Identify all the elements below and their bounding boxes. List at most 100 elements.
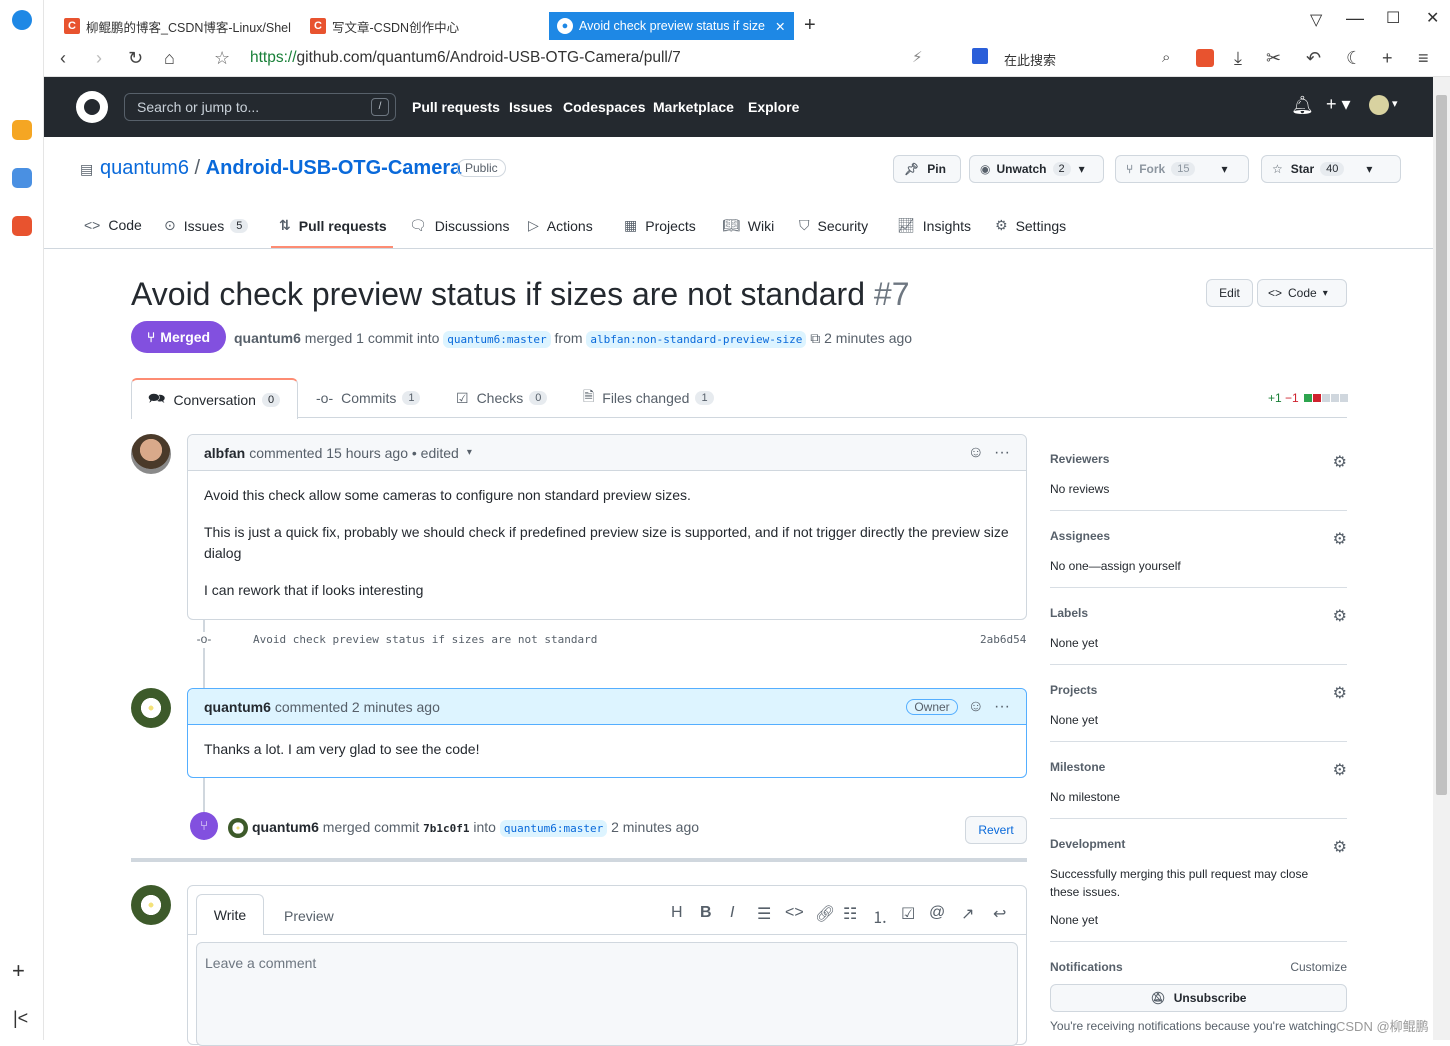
avatar[interactable] [131, 688, 171, 728]
comment-author-link[interactable]: albfan [204, 445, 245, 461]
code-icon[interactable]: <> [785, 904, 804, 922]
tab-menu-icon[interactable]: ▽ [1310, 10, 1322, 30]
add-icon[interactable]: + [1382, 48, 1393, 68]
add-icon[interactable]: + [12, 958, 25, 984]
revert-button[interactable]: Revert [965, 816, 1027, 844]
sidebar-value[interactable]: No one—assign yourself [1050, 557, 1347, 575]
pr-author-link[interactable]: quantum6 [234, 330, 301, 346]
nav-pull-requests[interactable]: Pull requests [412, 99, 500, 115]
favorites-icon[interactable] [12, 120, 32, 140]
notifications-bell-icon[interactable]: 🔔︎ [1291, 95, 1314, 116]
home-icon[interactable]: ⌂ [164, 48, 175, 68]
cross-reference-icon[interactable]: ↗ [961, 904, 974, 924]
night-mode-icon[interactable]: ☾ [1346, 48, 1362, 68]
bookmark-star-icon[interactable]: ☆ [214, 48, 230, 68]
tab-actions[interactable]: ▷ Actions [528, 217, 593, 234]
comment-author-link[interactable]: quantum6 [204, 699, 271, 715]
tab-discussions[interactable]: 🗨︎ Discussions [409, 217, 509, 234]
gear-icon[interactable]: ⚙ [1333, 837, 1347, 857]
head-branch[interactable]: albfan:non-standard-preview-size [586, 331, 807, 348]
task-list-icon[interactable]: ☑ [901, 904, 915, 924]
forward-icon[interactable]: › [96, 48, 102, 68]
create-new-icon[interactable]: + ▾ [1326, 94, 1351, 115]
tab-issues[interactable]: ⊙ Issues 5 [164, 217, 249, 234]
repo-name-link[interactable]: Android-USB-OTG-Camera [206, 157, 462, 179]
tab-insights[interactable]: 📈︎ Insights [897, 217, 971, 234]
nav-explore[interactable]: Explore [748, 99, 799, 115]
close-window-icon[interactable]: ✕ [1426, 8, 1439, 28]
tab-commits[interactable]: -o- Commits 1 [300, 378, 436, 418]
collapse-icon[interactable]: |< [13, 1008, 28, 1029]
scrollbar-thumb[interactable] [1436, 95, 1447, 795]
repo-owner-link[interactable]: quantum6 [100, 157, 189, 179]
chevron-down-icon[interactable]: ▾ [1392, 97, 1398, 110]
unsubscribe-button[interactable]: 🔕︎ Unsubscribe [1050, 984, 1347, 1012]
gear-icon[interactable]: ⚙ [1333, 683, 1347, 703]
customize-link[interactable]: Customize [1290, 960, 1347, 974]
copy-icon[interactable]: ⧉ [810, 330, 820, 346]
back-icon[interactable]: ‹ [60, 48, 66, 68]
mention-icon[interactable]: @ [929, 904, 945, 922]
reload-icon[interactable]: ↻ [128, 48, 143, 68]
browser-tab-active[interactable]: ● Avoid check preview status if size ✕ [549, 12, 794, 40]
maximize-icon[interactable]: ☐ [1386, 8, 1400, 28]
github-logo-icon[interactable] [76, 91, 108, 123]
reply-icon[interactable]: ↩ [993, 904, 1006, 924]
close-icon[interactable]: ✕ [775, 19, 785, 34]
bullet-list-icon[interactable]: ☷ [843, 904, 857, 924]
base-branch[interactable]: quantum6:master [443, 331, 551, 348]
star-button[interactable]: ☆ Star 40 ▾ [1261, 155, 1401, 183]
history-icon[interactable] [12, 168, 32, 188]
minimize-icon[interactable]: — [1346, 8, 1364, 29]
italic-icon[interactable]: I [730, 904, 734, 922]
menu-icon[interactable]: ≡ [1418, 48, 1429, 68]
heading-icon[interactable]: H [671, 904, 683, 922]
comment-textarea[interactable]: Leave a comment [196, 942, 1018, 1046]
avatar[interactable] [228, 818, 248, 838]
tab-wiki[interactable]: 📖︎ Wiki [722, 217, 774, 234]
tab-projects[interactable]: ▦ Projects [624, 217, 696, 234]
numbered-list-icon[interactable]: ⒈ [872, 904, 888, 928]
browser-search-input[interactable]: 在此搜索 [1004, 50, 1056, 69]
browser-logo-icon[interactable] [12, 10, 32, 30]
link-icon[interactable]: 🔗︎ [815, 904, 835, 924]
scissors-icon[interactable]: ✂ [1266, 48, 1281, 68]
search-icon[interactable]: ⌕ [1162, 48, 1170, 68]
tab-preview[interactable]: Preview [284, 908, 334, 924]
edit-button[interactable]: Edit [1206, 279, 1253, 307]
app-icon[interactable] [12, 216, 32, 236]
quote-icon[interactable]: ☰ [757, 904, 771, 924]
gear-icon[interactable]: ⚙ [1333, 606, 1347, 626]
avatar[interactable] [131, 434, 171, 474]
translate-icon[interactable] [1196, 49, 1214, 67]
bold-icon[interactable]: B [700, 904, 712, 922]
unwatch-button[interactable]: ◉ Unwatch 2 ▾ [969, 155, 1104, 183]
tab-pull-requests[interactable]: ⇅ Pull requests [279, 217, 387, 234]
kebab-menu-icon[interactable]: ··· [994, 444, 1010, 462]
undo-icon[interactable]: ↶ [1306, 48, 1321, 68]
tab-checks[interactable]: ☑ Checks 0 [440, 378, 563, 418]
emoji-reaction-icon[interactable]: ☺ [968, 444, 984, 462]
kebab-menu-icon[interactable]: ··· [994, 698, 1010, 716]
nav-codespaces[interactable]: Codespaces [563, 99, 645, 115]
browser-tab[interactable]: C 柳鲲鹏的博客_CSDN博客-Linux/Shel [64, 12, 304, 40]
scrollbar[interactable] [1433, 77, 1450, 1040]
browser-tab[interactable]: C 写文章-CSDN创作中心 [310, 12, 540, 40]
tab-security[interactable]: ⛉ Security [799, 217, 868, 234]
new-tab-icon[interactable]: + [804, 14, 816, 37]
emoji-reaction-icon[interactable]: ☺ [968, 698, 984, 716]
tab-write[interactable]: Write [196, 894, 264, 935]
nav-marketplace[interactable]: Marketplace [653, 99, 734, 115]
download-icon[interactable]: ⤓ [1234, 48, 1242, 68]
commit-message-link[interactable]: Avoid check preview status if sizes are … [253, 633, 597, 646]
tab-conversation[interactable]: 🗪︎ Conversation 0 [131, 378, 298, 419]
gear-icon[interactable]: ⚙ [1333, 760, 1347, 780]
tab-settings[interactable]: ⚙ Settings [995, 217, 1066, 234]
merge-author-link[interactable]: quantum6 [252, 819, 319, 835]
search-engine-icon[interactable] [972, 48, 988, 64]
gear-icon[interactable]: ⚙ [1333, 452, 1347, 472]
lightning-icon[interactable]: ⚡ [912, 48, 923, 68]
chevron-down-icon[interactable]: ▾ [467, 447, 472, 458]
search-input[interactable]: Search or jump to... / [124, 93, 396, 121]
avatar[interactable] [131, 885, 171, 925]
